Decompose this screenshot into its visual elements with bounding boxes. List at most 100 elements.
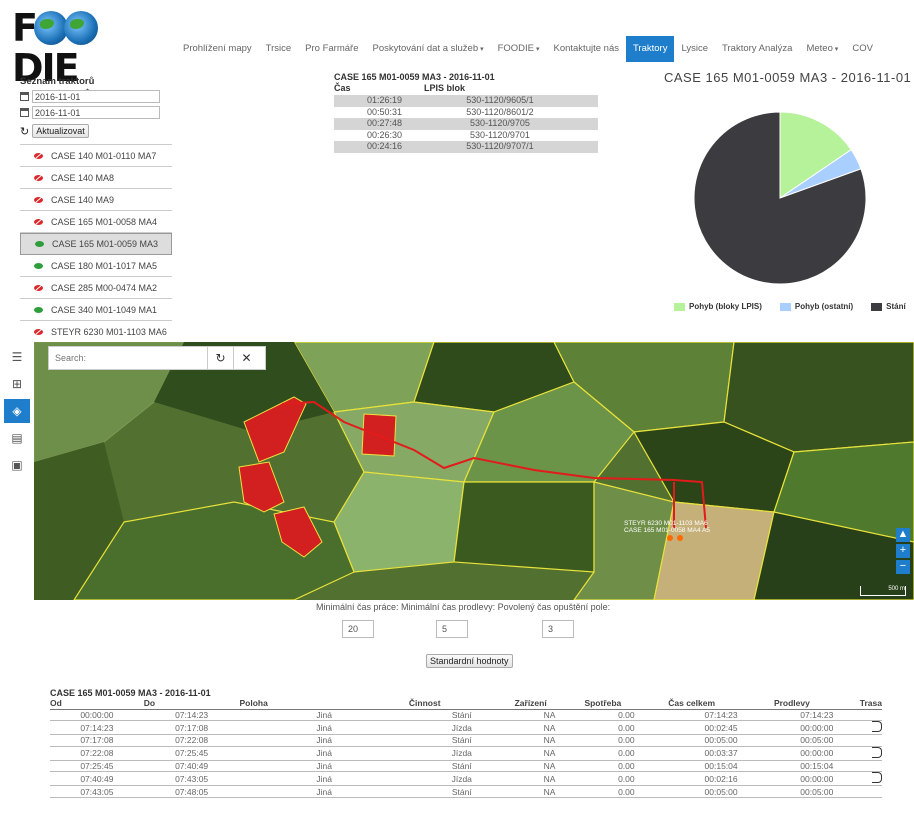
vehicle-label[interactable]: STEYR 6230 M01-1103 MA6 <box>624 520 710 527</box>
table-row[interactable]: 07:17:08 07:22:08 Jiná Stání NA 0.00 00:05:00 0… <box>50 734 882 747</box>
menu-icon[interactable]: ☰ <box>4 345 30 369</box>
map-scale: 500 m <box>860 586 906 596</box>
column-header[interactable]: Trasa <box>859 698 882 710</box>
nav-item[interactable]: Traktory Analýza <box>715 36 799 62</box>
route-icon[interactable] <box>871 721 882 733</box>
date-to-input[interactable] <box>32 106 160 119</box>
lpis-block: 530-1120/9707/1 <box>466 141 534 151</box>
column-header[interactable]: Čas celkem <box>668 698 774 710</box>
eye-icon[interactable] <box>35 241 44 247</box>
nav-item[interactable]: Traktory <box>625 36 675 62</box>
cell-poloha: Jiná <box>239 760 409 773</box>
zoom-in-button[interactable]: + <box>896 544 910 558</box>
date-from-input[interactable] <box>32 90 160 103</box>
default-values-button[interactable]: Standardní hodnoty <box>426 654 513 668</box>
column-header[interactable]: Od <box>50 698 144 710</box>
lpis-row[interactable]: 00:50:31 530-1120/8601/2 <box>334 107 598 119</box>
column-header[interactable]: Prodlevy <box>773 698 860 710</box>
lpis-row[interactable]: 00:27:48 530-1120/9705 <box>334 118 598 130</box>
lpis-time: 00:26:30 <box>366 129 402 140</box>
vehicle-label[interactable]: CASE 165 M01-0058 MA4 A5 <box>624 527 710 534</box>
tractor-item[interactable]: CASE 165 M01-0058 MA4 <box>20 211 172 233</box>
lpis-block: 530-1120/9605/1 <box>466 95 534 105</box>
legend-item[interactable]: Pohyb (bloky LPIS) <box>674 302 762 311</box>
calendar-icon[interactable] <box>20 108 29 117</box>
column-header[interactable]: Poloha <box>239 698 409 710</box>
column-header[interactable]: Spotřeba <box>584 698 669 710</box>
nav-item[interactable]: Poskytování dat a služeb ▾ <box>366 36 491 62</box>
map-view[interactable]: ↻ ✕ STEYR 6230 M01-1103 MA6 CASE 165 M01… <box>34 342 914 600</box>
eye-off-icon[interactable] <box>34 218 43 225</box>
grid-icon[interactable]: ⊞ <box>4 372 30 396</box>
eye-off-icon[interactable] <box>34 196 43 203</box>
lpis-row[interactable]: 00:24:16 530-1120/9707/1 <box>334 141 598 153</box>
eye-off-icon[interactable] <box>34 328 43 335</box>
tractor-name: CASE 165 M01-0059 MA3 <box>52 239 159 249</box>
cell-do: 07:17:08 <box>143 720 240 736</box>
table-row[interactable]: 07:22:08 07:25:45 Jiná Jízda NA 0.00 00:03:37 0… <box>50 746 882 761</box>
table-row[interactable]: 07:40:49 07:43:05 Jiná Jízda NA 0.00 00:02:16 0… <box>50 771 882 787</box>
lpis-col-time: Čas <box>334 83 351 93</box>
nav-item-label: Prohlížení mapy <box>183 43 252 54</box>
eye-icon[interactable] <box>34 306 43 313</box>
lpis-row[interactable]: 00:26:30 530-1120/9701 <box>334 130 598 142</box>
route-icon[interactable] <box>871 746 882 758</box>
foodie-logo[interactable]: FDIE ⚙ ☀ ☂ $ ▥ ✿ ▯ <box>12 8 152 99</box>
nav-item[interactable]: Trsice <box>259 36 299 62</box>
navigation-arrow-icon[interactable]: ▲ <box>896 528 910 542</box>
route-icon[interactable] <box>871 772 882 784</box>
table-row[interactable]: 07:43:05 07:48:05 Jiná Stání NA 0.00 00:05:00 0… <box>50 785 882 798</box>
nav-item[interactable]: Kontaktujte nás <box>546 36 626 62</box>
save-icon[interactable]: ▣ <box>4 453 30 477</box>
nav-item[interactable]: COV <box>845 36 880 62</box>
refresh-button[interactable]: Aktualizovat <box>32 124 89 138</box>
column-header[interactable]: Činnost <box>408 698 515 710</box>
tractor-item[interactable]: STEYR 6230 M01-1103 MA6 <box>20 321 172 343</box>
cell-cas: 00:03:37 <box>668 746 774 761</box>
cell-zarizeni: NA <box>514 720 585 736</box>
zoom-out-button[interactable]: − <box>896 560 910 574</box>
min-work-input[interactable] <box>342 620 374 638</box>
cell-cinnost: Jízda <box>408 720 515 736</box>
tractor-list-title: Seznam traktorů <box>20 76 95 87</box>
tractor-item[interactable]: CASE 285 M00-0474 MA2 <box>20 277 172 299</box>
cell-poloha: Jiná <box>239 734 409 747</box>
eye-icon[interactable] <box>34 262 43 269</box>
eye-off-icon[interactable] <box>34 284 43 291</box>
tractor-item[interactable]: CASE 165 M01-0059 MA3 <box>20 233 172 255</box>
cell-do: 07:43:05 <box>143 771 240 787</box>
nav-item[interactable]: Pro Farmáře <box>298 36 365 62</box>
caret-down-icon: ▾ <box>832 46 839 53</box>
legend-item[interactable]: Pohyb (ostatní) <box>779 302 853 311</box>
tractor-item[interactable]: CASE 340 M01-1049 MA1 <box>20 299 172 321</box>
tractor-item[interactable]: CASE 180 M01-1017 MA5 <box>20 255 172 277</box>
tractor-item[interactable]: CASE 140 MA9 <box>20 189 172 211</box>
map-canvas[interactable] <box>34 342 914 600</box>
lpis-row[interactable]: 01:26:19 530-1120/9605/1 <box>334 95 598 107</box>
map-clear-icon[interactable]: ✕ <box>233 347 259 369</box>
column-header[interactable]: Do <box>143 698 240 710</box>
cell-od: 00:00:00 <box>50 709 144 722</box>
column-header[interactable]: Zařízení <box>514 698 585 710</box>
map-search-input[interactable] <box>49 347 207 369</box>
layers-icon[interactable]: ◈ <box>4 399 30 423</box>
document-icon[interactable]: ▤ <box>4 426 30 450</box>
calendar-icon[interactable] <box>20 92 29 101</box>
nav-item[interactable]: Prohlížení mapy <box>176 36 259 62</box>
tractor-item[interactable]: CASE 140 MA8 <box>20 167 172 189</box>
legend-item[interactable]: Stání <box>871 302 906 311</box>
table-row[interactable]: 07:14:23 07:17:08 Jiná Jízda NA 0.00 00:02:45 0… <box>50 720 882 736</box>
eye-off-icon[interactable] <box>34 174 43 181</box>
cell-zarizeni: NA <box>514 709 585 722</box>
min-pause-input[interactable] <box>436 620 468 638</box>
table-row[interactable]: 07:25:45 07:40:49 Jiná Stání NA 0.00 00:15:04 0… <box>50 760 882 773</box>
nav-item[interactable]: FOODIE ▾ <box>491 36 547 62</box>
allowed-leave-input[interactable] <box>542 620 574 638</box>
nav-item-label: FOODIE <box>497 43 535 54</box>
tractor-item[interactable]: CASE 140 M01-0110 MA7 <box>20 145 172 167</box>
eye-off-icon[interactable] <box>34 152 43 159</box>
table-row[interactable]: 00:00:00 07:14:23 Jiná Stání NA 0.00 07:14:23 0… <box>50 709 882 722</box>
nav-item[interactable]: Lysice <box>674 36 715 62</box>
map-refresh-icon[interactable]: ↻ <box>207 347 233 369</box>
nav-item[interactable]: Meteo ▾ <box>799 36 845 62</box>
